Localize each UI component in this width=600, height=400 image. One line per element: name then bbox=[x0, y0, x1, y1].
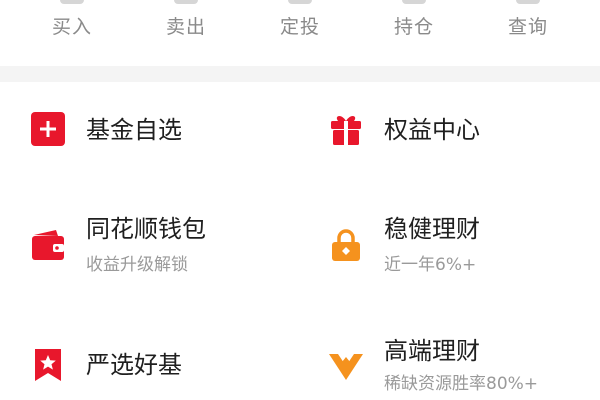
buy-action-label: 买入 bbox=[51, 16, 92, 38]
fund-services-page: 买入 卖出 定投 持仓 查询 基金自选 权益中心 同花顺钱包 收益升级解锁 稳健… bbox=[0, 0, 600, 400]
service-title: 高端理财 bbox=[384, 337, 480, 365]
service-stable-finance[interactable]: 稳健理财 近一年6%+ bbox=[329, 212, 600, 292]
section-divider bbox=[0, 66, 600, 82]
auto-invest-action-label: 定投 bbox=[279, 16, 320, 38]
v-diamond-icon bbox=[329, 354, 363, 380]
holdings-icon bbox=[402, 0, 426, 4]
service-title: 基金自选 bbox=[86, 116, 182, 144]
service-title: 同花顺钱包 bbox=[86, 215, 206, 243]
service-subtitle: 近一年6%+ bbox=[384, 255, 477, 275]
bookmark-star-icon bbox=[35, 349, 61, 381]
service-subtitle: 收益升级解锁 bbox=[86, 255, 188, 275]
gift-icon bbox=[331, 116, 361, 145]
service-rights-center[interactable]: 权益中心 bbox=[329, 100, 600, 180]
plus-square-icon bbox=[31, 112, 65, 146]
lock-icon bbox=[332, 229, 360, 261]
buy-action[interactable]: 买入 bbox=[37, 0, 107, 60]
holdings-action-label: 持仓 bbox=[393, 16, 434, 38]
query-icon bbox=[516, 0, 540, 4]
service-premium-finance[interactable]: 高端理财 稀缺资源胜率80%+ bbox=[329, 336, 600, 400]
service-fund-watchlist[interactable]: 基金自选 bbox=[31, 100, 321, 180]
service-subtitle: 稀缺资源胜率80%+ bbox=[384, 374, 539, 394]
holdings-action[interactable]: 持仓 bbox=[379, 0, 449, 60]
sell-action-label: 卖出 bbox=[165, 16, 206, 38]
service-title: 稳健理财 bbox=[384, 215, 480, 243]
wallet-icon bbox=[32, 230, 64, 260]
service-selected-funds[interactable]: 严选好基 bbox=[31, 336, 321, 400]
service-title: 权益中心 bbox=[384, 116, 480, 144]
auto-invest-icon bbox=[288, 0, 312, 4]
query-action[interactable]: 查询 bbox=[493, 0, 563, 60]
quick-action-bar: 买入 卖出 定投 持仓 查询 bbox=[0, 0, 600, 66]
sell-icon bbox=[174, 0, 198, 4]
service-title: 严选好基 bbox=[86, 351, 182, 379]
auto-invest-action[interactable]: 定投 bbox=[265, 0, 335, 60]
service-wallet[interactable]: 同花顺钱包 收益升级解锁 bbox=[31, 212, 321, 292]
sell-action[interactable]: 卖出 bbox=[151, 0, 221, 60]
buy-icon bbox=[60, 0, 84, 4]
query-action-label: 查询 bbox=[507, 16, 548, 38]
